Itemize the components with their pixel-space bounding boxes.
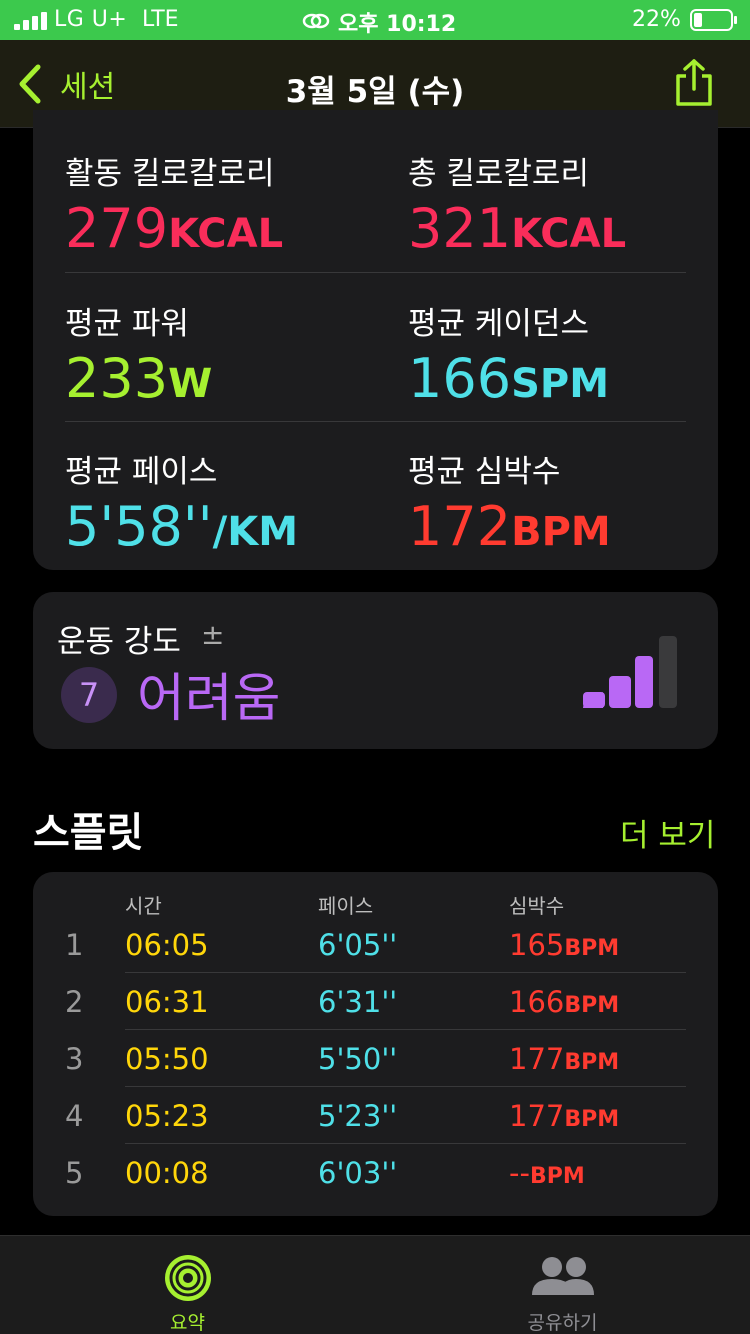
split-pace: 6'31'' [318, 985, 398, 1019]
page-title: 3월 5일 (수) [285, 74, 465, 110]
metric-avg-power: 평균 파워 233W [65, 298, 212, 410]
metric-label: 평균 페이스 [65, 454, 218, 490]
metrics-card: 활동 킬로칼로리 279KCAL 총 킬로칼로리 321KCAL 평균 파워 2… [33, 110, 718, 570]
metric-label: 평균 심박수 [408, 454, 561, 490]
tab-label: 공유하기 [527, 1312, 598, 1334]
tab-bar: 요약 공유하기 [0, 1235, 750, 1334]
split-time: 06:31 [125, 985, 209, 1019]
tab-summary[interactable]: 요약 [0, 1236, 375, 1334]
split-heart-rate: 165BPM [509, 928, 620, 962]
effort-bars-icon [583, 636, 677, 708]
adjust-effort-icon[interactable]: ± [201, 618, 224, 651]
split-number: 5 [65, 1156, 84, 1190]
tab-label: 요약 [170, 1312, 205, 1334]
battery-icon [690, 9, 737, 31]
metric-value: 233W [65, 347, 213, 410]
split-number: 1 [65, 928, 84, 962]
metric-value: 166SPM [408, 347, 610, 410]
status-bar: LG U+ LTE 오후 10:12 22% [0, 0, 750, 40]
split-heart-rate: 166BPM [509, 985, 620, 1019]
splits-card: 시간 페이스 심박수 1 06:05 6'05'' 165BPM 2 06:31… [33, 872, 718, 1216]
people-icon [532, 1257, 594, 1295]
metric-total-kcal: 총 킬로칼로리 321KCAL [408, 148, 626, 260]
tab-sharing[interactable]: 공유하기 [375, 1236, 750, 1334]
table-row: 1 06:05 6'05'' 165BPM [33, 916, 718, 973]
battery-percent: 22% [632, 7, 681, 32]
split-heart-rate: 177BPM [509, 1042, 620, 1076]
signal-icon [14, 12, 47, 30]
metric-label: 평균 파워 [65, 306, 189, 342]
metric-avg-pace: 평균 페이스 5'58''/KM [65, 446, 298, 558]
effort-card[interactable]: 운동 강도 ± 7 어려움 [33, 592, 718, 749]
column-header-pace: 페이스 [318, 894, 374, 918]
table-row: 4 05:23 5'23'' 177BPM [33, 1087, 718, 1144]
split-time: 00:08 [125, 1156, 209, 1190]
metric-active-kcal: 활동 킬로칼로리 279KCAL [65, 148, 283, 260]
metric-value: 172BPM [408, 495, 611, 558]
metric-label: 평균 케이던스 [408, 306, 589, 342]
metric-label: 총 킬로칼로리 [408, 156, 589, 192]
effort-score-badge: 7 [61, 667, 117, 723]
split-time: 05:23 [125, 1099, 209, 1133]
network-type: LTE [142, 7, 179, 32]
divider [65, 272, 686, 273]
splits-title: 스플릿 [33, 810, 144, 856]
split-number: 4 [65, 1099, 84, 1133]
activity-rings-icon [165, 1255, 211, 1301]
show-more-link[interactable]: 더 보기 [620, 810, 715, 855]
column-header-heart-rate: 심박수 [509, 894, 565, 918]
split-pace: 6'05'' [318, 928, 398, 962]
split-number: 3 [65, 1042, 84, 1076]
metric-value: 321KCAL [408, 197, 627, 260]
table-row: 2 06:31 6'31'' 166BPM [33, 973, 718, 1030]
split-time: 05:50 [125, 1042, 209, 1076]
hotspot-link-icon [302, 13, 330, 29]
table-row: 5 00:08 6'03'' --BPM [33, 1144, 718, 1201]
effort-label: 운동 강도 [57, 624, 181, 660]
split-heart-rate: --BPM [509, 1156, 585, 1190]
share-icon[interactable] [672, 58, 716, 108]
metric-label: 활동 킬로칼로리 [65, 156, 275, 192]
metric-value: 279KCAL [65, 197, 284, 260]
split-heart-rate: 177BPM [509, 1099, 620, 1133]
metric-avg-heart-rate: 평균 심박수 172BPM [408, 446, 611, 558]
split-pace: 5'50'' [318, 1042, 398, 1076]
split-time: 06:05 [125, 928, 209, 962]
split-pace: 6'03'' [318, 1156, 398, 1190]
effort-level: 어려움 [137, 669, 281, 729]
split-pace: 5'23'' [318, 1099, 398, 1133]
status-time: 오후 10:12 [338, 12, 457, 37]
table-row: 3 05:50 5'50'' 177BPM [33, 1030, 718, 1087]
column-header-time: 시간 [125, 894, 162, 918]
metric-avg-cadence: 평균 케이던스 166SPM [408, 298, 609, 410]
split-number: 2 [65, 985, 84, 1019]
metric-value: 5'58''/KM [65, 495, 299, 558]
divider [65, 421, 686, 422]
carrier-name: LG U+ [54, 7, 128, 32]
